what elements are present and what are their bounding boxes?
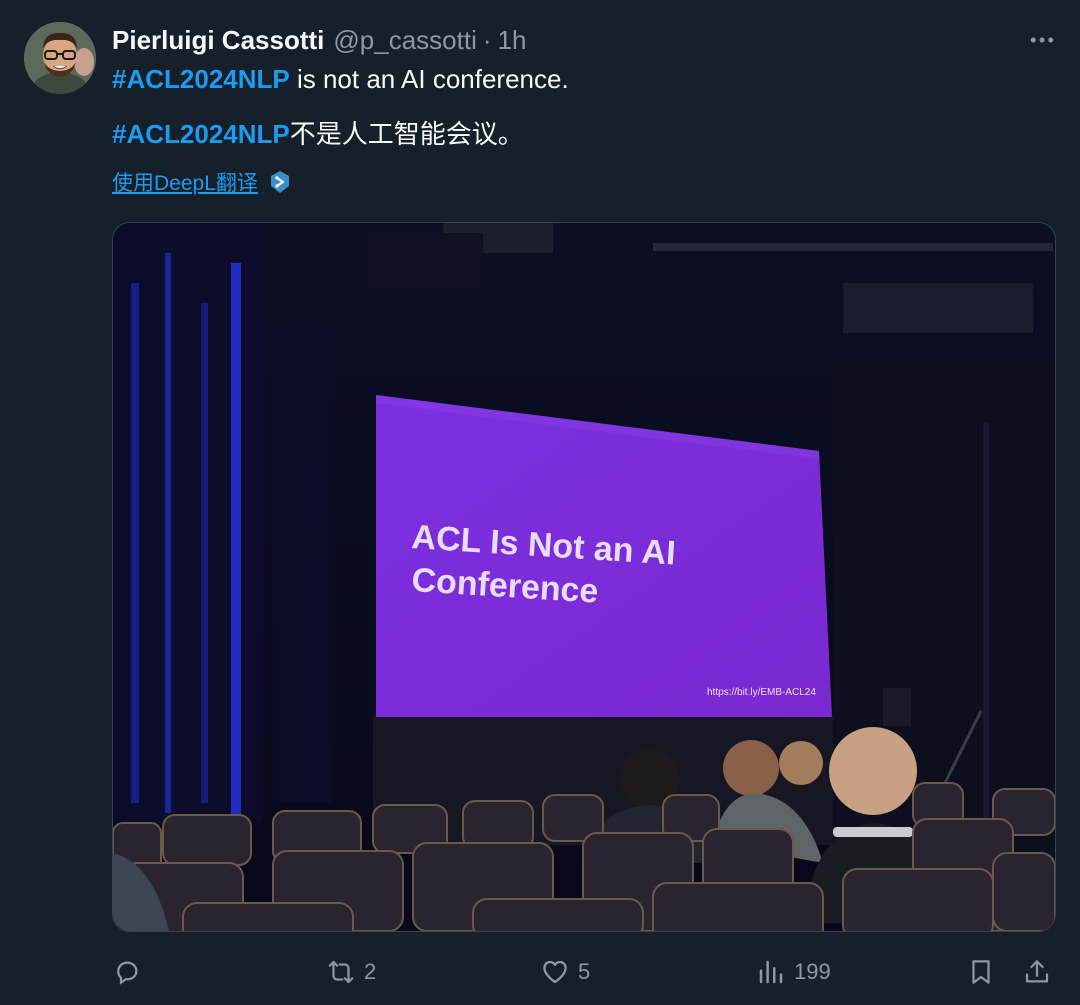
translate-link[interactable]: 使用DeepL翻译 [112,167,292,197]
tweet-text-line-2: #ACL2024NLP不是人工智能会议。 [112,114,524,151]
views-button[interactable]: 199 [756,946,831,998]
retweet-button[interactable]: 2 [326,946,376,998]
heart-icon [543,960,567,984]
like-count: 5 [578,959,591,984]
hashtag-link[interactable]: #ACL2024NLP [112,64,290,94]
reply-button[interactable] [112,946,142,998]
separator-dot: · [482,24,492,55]
conference-photo: ACL Is Not an AI Conference https://bit.… [113,223,1055,931]
tweet-text: is not an AI conference. [289,64,569,94]
tweet-text-line-1: #ACL2024NLP is not an AI conference. [112,64,569,95]
deepl-icon [270,171,289,193]
tweet-time[interactable]: 1h [498,25,527,56]
slide-url: https://bit.ly/EMB-ACL24 [707,687,816,698]
share-button[interactable] [1022,946,1052,998]
retweet-icon [328,960,354,984]
bookmark-button[interactable] [966,946,996,998]
author-name[interactable]: Pierluigi Cassotti [112,25,324,56]
author-avatar[interactable] [24,22,96,94]
tweet-media-photo[interactable]: ACL Is Not an AI Conference https://bit.… [112,222,1056,932]
author-handle[interactable]: @p_cassotti [333,25,476,56]
view-count: 199 [794,959,831,984]
reply-icon [117,961,138,985]
more-options-button[interactable] [1024,22,1060,58]
tweet-actions-bar: 2 5 199 [0,946,1080,998]
views-icon [759,960,783,984]
retweet-count: 2 [364,959,377,984]
translate-label[interactable]: 使用DeepL翻译 [112,167,258,197]
share-icon [1025,960,1049,983]
tweet-header: Pierluigi Cassotti @p_cassotti · 1h [112,22,1060,58]
tweet-text-translated: 不是人工智能会议。 [289,119,524,149]
hashtag-link[interactable]: #ACL2024NLP [112,119,290,149]
more-dots-icon [1030,37,1054,43]
bookmark-icon [972,960,990,984]
like-button[interactable]: 5 [540,946,590,998]
